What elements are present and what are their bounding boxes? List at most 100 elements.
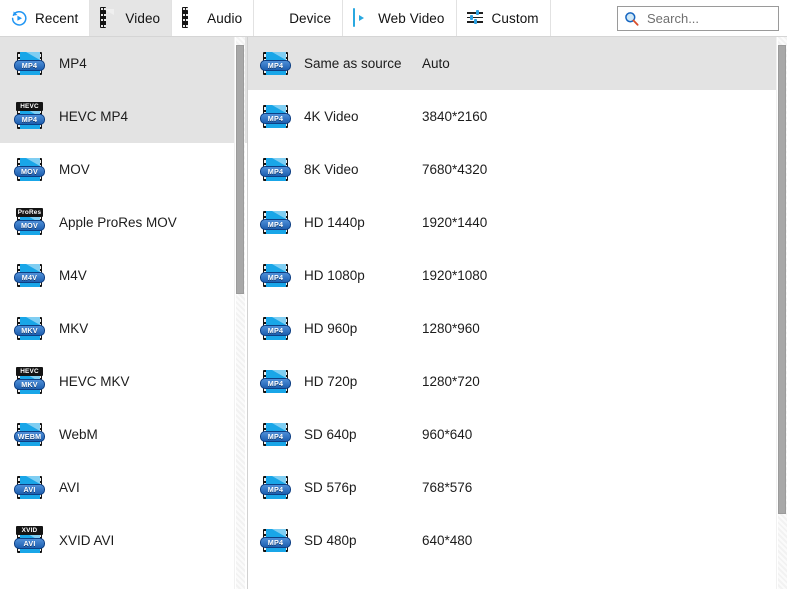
format-row-label: XVID AVI <box>59 533 114 548</box>
format-icon: XVIDAVI <box>14 527 45 554</box>
tab-recent-label: Recent <box>35 11 78 26</box>
toolbar: Recent Video Audio <box>0 0 787 37</box>
film-icon <box>100 9 118 27</box>
format-row-label: HEVC MP4 <box>59 109 128 124</box>
preset-row-label: HD 1440p <box>304 215 422 230</box>
search-icon <box>624 11 639 26</box>
preset-row-resolution: 1280*720 <box>422 374 480 389</box>
preset-row[interactable]: MP4 SD 480p640*480 <box>248 514 787 567</box>
tab-video-label: Video <box>125 11 160 26</box>
format-icon: MP4 <box>260 50 291 77</box>
search-box[interactable] <box>617 6 779 31</box>
preset-row[interactable]: MP4 Same as sourceAuto <box>248 37 787 90</box>
format-icon: MP4 <box>260 209 291 236</box>
tab-custom-label: Custom <box>492 11 539 26</box>
tab-video[interactable]: Video <box>90 0 172 36</box>
preset-row-resolution: 7680*4320 <box>422 162 487 177</box>
format-icon: MP4 <box>260 527 291 554</box>
tab-web-video[interactable]: Web Video <box>343 0 456 36</box>
format-row-label: MP4 <box>59 56 87 71</box>
format-icon: MP4 <box>260 368 291 395</box>
format-row-label: M4V <box>59 268 87 283</box>
search-input[interactable] <box>645 10 774 27</box>
format-icon: MP4 <box>260 156 291 183</box>
preset-row-label: 4K Video <box>304 109 422 124</box>
format-row-label: MOV <box>59 162 90 177</box>
film-icon <box>182 9 200 27</box>
preset-row-resolution: 1280*960 <box>422 321 480 336</box>
phone-icon <box>264 9 282 27</box>
preset-row-resolution: 960*640 <box>422 427 472 442</box>
format-row-label: WebM <box>59 427 98 442</box>
preset-list: MP4 Same as sourceAuto MP4 4K Video3840*216… <box>248 37 787 567</box>
preset-row-label: HD 1080p <box>304 268 422 283</box>
format-row-label: AVI <box>59 480 80 495</box>
tab-custom[interactable]: Custom <box>457 0 551 36</box>
format-icon: HEVCMP4 <box>14 103 45 130</box>
format-row[interactable]: XVIDAVI XVID AVI <box>0 514 247 567</box>
preset-row-label: SD 480p <box>304 533 422 548</box>
preset-row-label: 8K Video <box>304 162 422 177</box>
format-row[interactable]: MOVMOV <box>0 143 247 196</box>
format-row[interactable]: ProResMOV Apple ProRes MOV <box>0 196 247 249</box>
format-row[interactable]: MP4 MP4 <box>0 37 247 90</box>
web-video-icon <box>353 9 371 27</box>
format-row-label: HEVC MKV <box>59 374 130 389</box>
format-icon: MKV <box>14 315 45 342</box>
format-row[interactable]: HEVCMP4 HEVC MP4 <box>0 90 247 143</box>
format-row-label: Apple ProRes MOV <box>59 215 177 230</box>
preset-row-label: HD 960p <box>304 321 422 336</box>
preset-row[interactable]: MP4 HD 1080p1920*1080 <box>248 249 787 302</box>
format-icon: MP4 <box>260 103 291 130</box>
format-icon: MP4 <box>260 421 291 448</box>
content-area: MP4 MP4 HEVCMP4 HEVC MP4 MOVMOV ProResMOV Appl… <box>0 37 787 589</box>
preset-row-label: SD 640p <box>304 427 422 442</box>
format-list: MP4 MP4 HEVCMP4 HEVC MP4 MOVMOV ProResMOV Appl… <box>0 37 247 567</box>
format-icon: HEVCMKV <box>14 368 45 395</box>
tab-web-video-label: Web Video <box>378 11 444 26</box>
format-icon: ProResMOV <box>14 209 45 236</box>
preset-row[interactable]: MP4 8K Video7680*4320 <box>248 143 787 196</box>
tab-device[interactable]: Device <box>254 0 343 36</box>
format-list-panel: MP4 MP4 HEVCMP4 HEVC MP4 MOVMOV ProResMOV Appl… <box>0 37 248 589</box>
format-icon: M4V <box>14 262 45 289</box>
sliders-icon <box>467 9 485 27</box>
preset-row-resolution: 1920*1080 <box>422 268 487 283</box>
format-list-scrollbar[interactable] <box>234 37 245 589</box>
preset-row[interactable]: MP4 HD 720p1280*720 <box>248 355 787 408</box>
format-row[interactable]: M4V M4V <box>0 249 247 302</box>
preset-row-resolution: 768*576 <box>422 480 472 495</box>
preset-row-label: Same as source <box>304 56 422 71</box>
preset-row-label: SD 576p <box>304 480 422 495</box>
preset-row-label: HD 720p <box>304 374 422 389</box>
preset-row[interactable]: MP4 SD 576p768*576 <box>248 461 787 514</box>
format-icon: MP4 <box>260 474 291 501</box>
recent-icon <box>10 9 28 27</box>
tab-bar: Recent Video Audio <box>0 0 551 36</box>
format-row[interactable]: WEBM WebM <box>0 408 247 461</box>
format-icon: MP4 <box>260 315 291 342</box>
format-icon: MP4 <box>14 50 45 77</box>
tab-audio-label: Audio <box>207 11 242 26</box>
format-row-label: MKV <box>59 321 88 336</box>
preset-row[interactable]: MP4 4K Video3840*2160 <box>248 90 787 143</box>
preset-row-resolution: 3840*2160 <box>422 109 487 124</box>
format-row[interactable]: HEVCMKV HEVC MKV <box>0 355 247 408</box>
preset-row[interactable]: MP4 HD 1440p1920*1440 <box>248 196 787 249</box>
preset-list-scrollbar[interactable] <box>776 37 787 589</box>
preset-row[interactable]: MP4 SD 640p960*640 <box>248 408 787 461</box>
format-icon: AVI <box>14 474 45 501</box>
preset-row-resolution: 1920*1440 <box>422 215 487 230</box>
scrollbar-thumb[interactable] <box>778 45 786 514</box>
preset-row-resolution: Auto <box>422 56 450 71</box>
preset-row-resolution: 640*480 <box>422 533 472 548</box>
format-row[interactable]: MKV MKV <box>0 302 247 355</box>
scrollbar-thumb[interactable] <box>236 45 244 293</box>
format-icon: MP4 <box>260 262 291 289</box>
format-icon: WEBM <box>14 421 45 448</box>
tab-recent[interactable]: Recent <box>0 0 90 36</box>
preset-list-panel: MP4 Same as sourceAuto MP4 4K Video3840*216… <box>248 37 787 589</box>
preset-row[interactable]: MP4 HD 960p1280*960 <box>248 302 787 355</box>
format-row[interactable]: AVI AVI <box>0 461 247 514</box>
tab-audio[interactable]: Audio <box>172 0 254 36</box>
